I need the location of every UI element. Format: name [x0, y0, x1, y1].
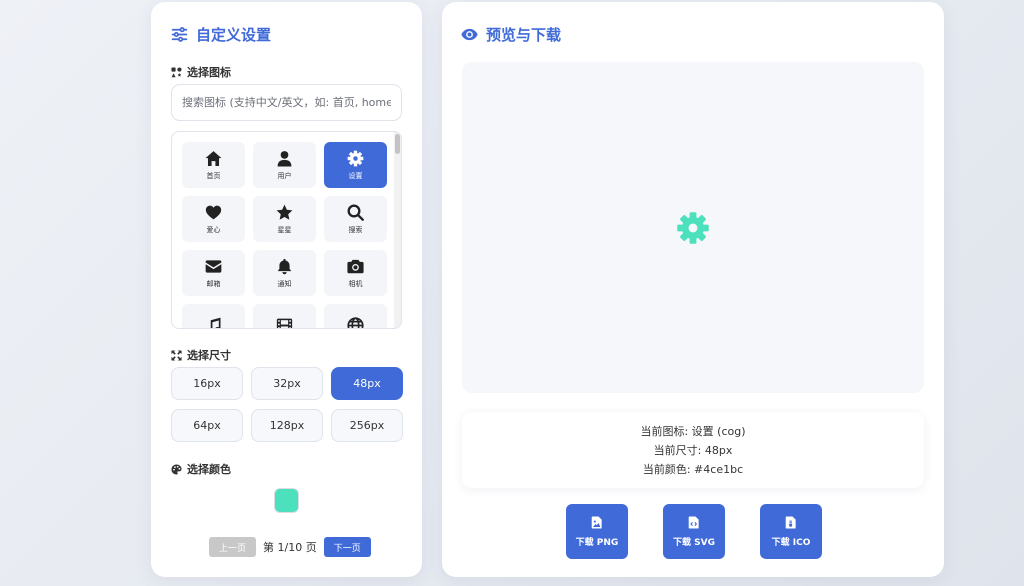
globe-icon	[347, 316, 364, 328]
icon-tile-envelope[interactable]: 邮箱	[182, 250, 245, 296]
icon-tile-bell[interactable]: 通知	[253, 250, 316, 296]
settings-title-text: 自定义设置	[196, 26, 272, 44]
pagination: 上一页 第 1/10 页 下一页	[209, 537, 371, 557]
palette-icon	[171, 463, 182, 475]
icon-tile-search[interactable]: 搜索	[324, 196, 387, 242]
icon-grid-container: 首页 用户 设置 爱心 星星 搜索 邮箱 通知 相机	[171, 131, 402, 329]
size-option-32[interactable]: 32px	[251, 367, 323, 400]
current-size-text: 当前尺寸: 48px	[653, 444, 733, 457]
file-ico-icon	[785, 515, 796, 529]
color-picker-swatch[interactable]	[274, 488, 299, 513]
current-color-text: 当前颜色: #4ce1bc	[642, 463, 744, 476]
current-icon-text: 当前图标: 设置 (cog)	[640, 425, 746, 438]
icon-tile-home[interactable]: 首页	[182, 142, 245, 188]
size-option-64[interactable]: 64px	[171, 409, 243, 442]
envelope-icon	[205, 259, 222, 273]
size-option-128[interactable]: 128px	[251, 409, 323, 442]
search-icon	[347, 204, 364, 221]
settings-panel: 自定义设置 选择图标 首页 用户 设置	[151, 2, 422, 577]
expand-icon	[171, 349, 182, 361]
icons-icon	[171, 66, 182, 77]
icon-tile-user[interactable]: 用户	[253, 142, 316, 188]
bell-icon	[277, 258, 292, 274]
size-option-256[interactable]: 256px	[331, 409, 403, 442]
icon-grid: 首页 用户 设置 爱心 星星 搜索 邮箱 通知 相机	[182, 142, 387, 328]
icon-tile-globe[interactable]	[324, 304, 387, 328]
page-status: 第 1/10 页	[263, 541, 317, 554]
color-section-label: 选择颜色	[171, 461, 231, 477]
size-section-label: 选择尺寸	[171, 347, 231, 363]
icon-tile-heart[interactable]: 爱心	[182, 196, 245, 242]
eye-icon	[461, 28, 478, 41]
camera-icon	[347, 259, 364, 273]
size-option-48[interactable]: 48px	[331, 367, 403, 400]
star-icon	[276, 204, 293, 220]
icon-tile-cog[interactable]: 设置	[324, 142, 387, 188]
download-png-button[interactable]: 下载 PNG	[566, 504, 628, 559]
home-icon	[205, 150, 222, 166]
size-options: 16px 32px 48px 64px 128px 256px	[171, 367, 403, 442]
prev-page-button[interactable]: 上一页	[209, 537, 257, 557]
file-code-icon	[688, 515, 699, 529]
icon-preview-area	[462, 62, 924, 393]
next-page-button[interactable]: 下一页	[323, 537, 371, 557]
download-ico-button[interactable]: 下载 ICO	[760, 504, 822, 559]
icon-tile-music[interactable]	[182, 304, 245, 328]
preview-title-text: 预览与下载	[486, 26, 562, 44]
icon-tile-camera[interactable]: 相机	[324, 250, 387, 296]
file-image-icon	[591, 515, 602, 529]
icon-grid-scrollbar[interactable]	[394, 132, 401, 328]
cog-icon	[677, 211, 709, 244]
icon-tile-film[interactable]	[253, 304, 316, 328]
user-icon	[277, 150, 292, 166]
size-option-16[interactable]: 16px	[171, 367, 243, 400]
icon-grid-scroll-thumb[interactable]	[395, 134, 400, 154]
cog-icon	[347, 150, 364, 166]
heart-icon	[205, 205, 222, 219]
icon-tile-star[interactable]: 星星	[253, 196, 316, 242]
icon-search-input[interactable]	[171, 84, 402, 121]
film-icon	[276, 318, 293, 328]
preview-title: 预览与下载	[461, 24, 561, 45]
music-icon	[210, 317, 221, 328]
icon-section-label: 选择图标	[171, 64, 231, 80]
download-svg-button[interactable]: 下载 SVG	[663, 504, 725, 559]
preview-panel: 预览与下载 当前图标: 设置 (cog) 当前尺寸: 48px 当前颜色: #4…	[442, 2, 944, 577]
settings-title: 自定义设置	[171, 24, 271, 45]
icon-info-card: 当前图标: 设置 (cog) 当前尺寸: 48px 当前颜色: #4ce1bc	[462, 412, 924, 488]
sliders-icon	[171, 27, 188, 42]
